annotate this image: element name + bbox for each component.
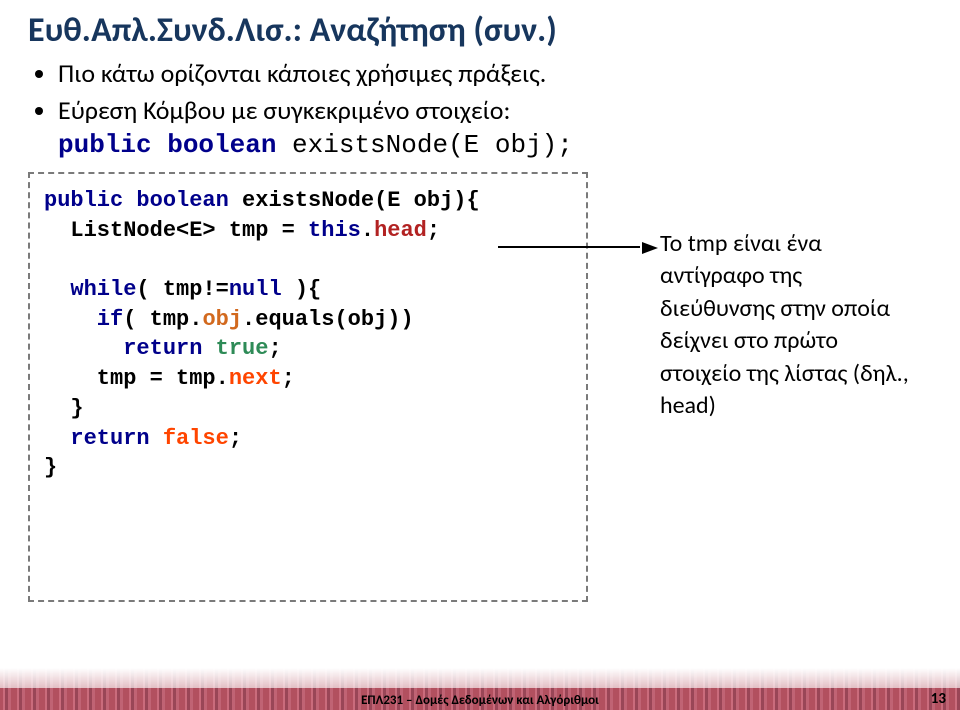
kw-return: return xyxy=(44,426,163,451)
signature-rest: existsNode(E obj); xyxy=(276,130,572,160)
arrow-icon xyxy=(498,242,658,252)
code-line-2: ListNode<E> tmp = this.head; xyxy=(44,216,572,246)
bullet-item-2: Εύρεση Κόμβου με συγκεκριμένο στοιχείο: xyxy=(58,94,932,127)
code-line-8: return false; xyxy=(44,424,572,454)
kw-this: this xyxy=(308,218,361,243)
code-block: public boolean existsNode(E obj){ ListNo… xyxy=(28,172,588,602)
method-signature: public boolean existsNode(E obj); xyxy=(58,130,932,160)
keyword: public boolean xyxy=(58,130,276,160)
text: .equals(obj)) xyxy=(242,307,414,332)
code-line-3: while( tmp!=null ){ xyxy=(44,275,572,305)
code-line-9: } xyxy=(44,453,572,483)
text: ; xyxy=(282,366,295,391)
literal-true: true xyxy=(216,336,269,361)
text: ListNode<E> tmp = xyxy=(44,218,308,243)
kw-while: while xyxy=(44,277,136,302)
text: ( tmp. xyxy=(123,307,202,332)
text: ; xyxy=(268,336,281,361)
slide-title: Ευθ.Απλ.Συνδ.Λισ.: Αναζήτηση (συν.) xyxy=(28,10,932,51)
code-line-blank xyxy=(44,245,572,275)
page-number: 13 xyxy=(931,690,946,708)
bullet-list: Πιο κάτω ορίζονται κάποιες χρήσιμες πράξ… xyxy=(28,57,932,126)
text: tmp = tmp. xyxy=(44,366,229,391)
footer: ΕΠΛ231 – Δομές Δεδομένων και Αλγόριθμοι … xyxy=(0,668,960,710)
code-line-4: if( tmp.obj.equals(obj)) xyxy=(44,305,572,335)
literal-false: false xyxy=(163,426,229,451)
field-next: next xyxy=(229,366,282,391)
kw-return: return xyxy=(44,336,216,361)
text: . xyxy=(361,218,374,243)
text: ; xyxy=(427,218,440,243)
annotation-text: Το tmp είναι ένα αντίγραφο της διεύθυνση… xyxy=(660,228,920,422)
arrow-line xyxy=(498,246,640,248)
arrow-head xyxy=(642,242,658,254)
text: ){ xyxy=(282,277,322,302)
footer-binary-fade xyxy=(0,668,960,688)
text: existsNode(E obj){ xyxy=(229,188,480,213)
kw-null: null xyxy=(229,277,282,302)
text: ( tmp!= xyxy=(136,277,228,302)
field-obj: obj xyxy=(202,307,242,332)
footer-label: ΕΠΛ231 – Δομές Δεδομένων και Αλγόριθμοι xyxy=(0,693,960,708)
bullet-item-1: Πιο κάτω ορίζονται κάποιες χρήσιμες πράξ… xyxy=(58,57,932,90)
code-line-6: tmp = tmp.next; xyxy=(44,364,572,394)
code-line-5: return true; xyxy=(44,334,572,364)
kw: public boolean xyxy=(44,188,229,213)
code-line-1: public boolean existsNode(E obj){ xyxy=(44,186,572,216)
kw-if: if xyxy=(44,307,123,332)
slide: Ευθ.Απλ.Συνδ.Λισ.: Αναζήτηση (συν.) Πιο … xyxy=(0,0,960,710)
text: ; xyxy=(229,426,242,451)
code-line-7: } xyxy=(44,394,572,424)
field-head: head xyxy=(374,218,427,243)
